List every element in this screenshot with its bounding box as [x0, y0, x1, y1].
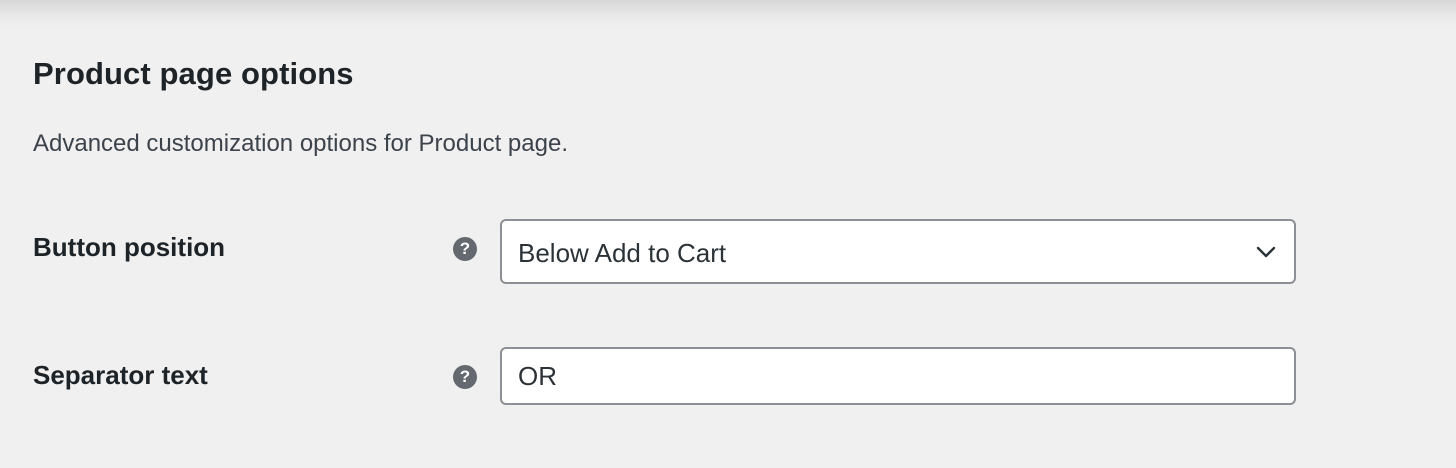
button-position-label: Button position — [33, 232, 226, 262]
separator-text-input[interactable] — [500, 347, 1296, 405]
question-circle-icon[interactable]: ? — [453, 365, 477, 389]
button-position-selected-value: Below Add to Cart — [518, 238, 727, 268]
chevron-down-icon — [1256, 246, 1276, 258]
button-position-select[interactable]: Below Add to Cart — [500, 219, 1296, 284]
separator-text-label: Separator text — [33, 360, 208, 390]
section-title: Product page options — [33, 56, 354, 91]
question-circle-icon[interactable]: ? — [453, 237, 477, 261]
top-shadow — [0, 0, 1456, 28]
section-description: Advanced customization options for Produ… — [33, 130, 568, 157]
